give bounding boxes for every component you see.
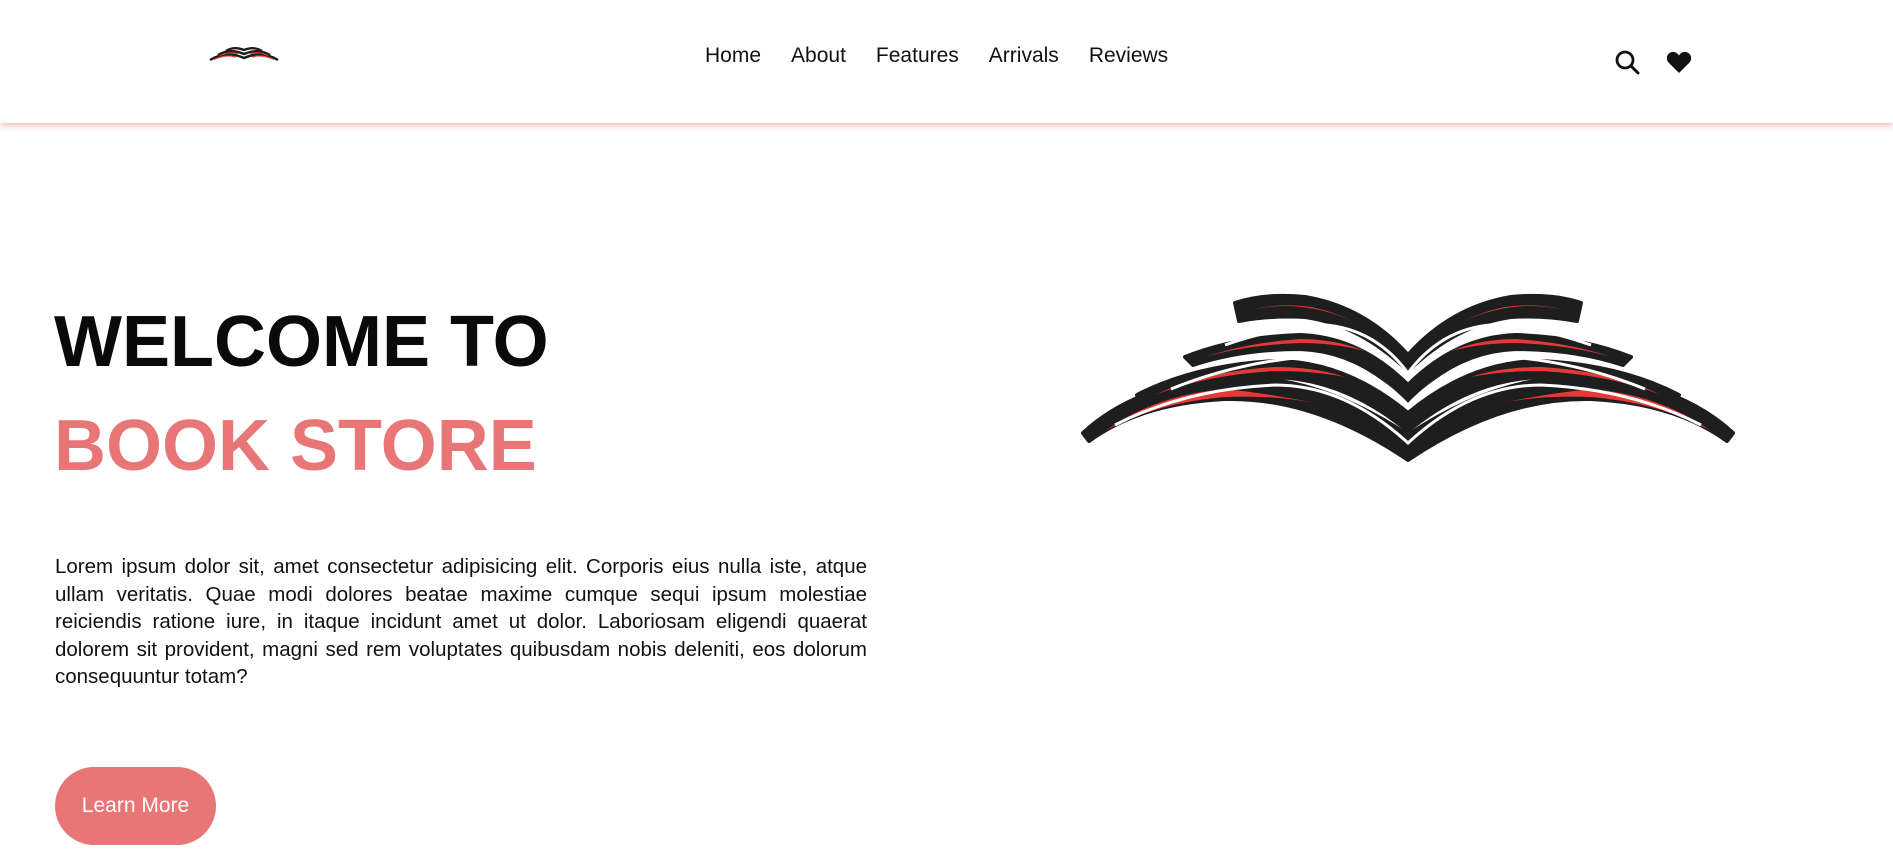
- nav-reviews-link[interactable]: Reviews: [1089, 44, 1168, 68]
- nav-arrivals-link[interactable]: Arrivals: [989, 44, 1059, 68]
- book-logo-icon[interactable]: [208, 44, 280, 66]
- header-actions: [1612, 47, 1694, 77]
- hero-title-welcome: WELCOME TO: [54, 302, 549, 382]
- main-nav: Home About Features Arrivals Reviews: [705, 44, 1168, 68]
- nav-about-link[interactable]: About: [791, 44, 846, 68]
- hero-title-bookstore: BOOK STORE: [54, 406, 537, 486]
- search-icon[interactable]: [1612, 47, 1642, 77]
- heart-icon[interactable]: [1664, 47, 1694, 77]
- open-book-illustration-icon: [1075, 285, 1740, 475]
- site-header: Home About Features Arrivals Reviews: [0, 0, 1893, 123]
- nav-features-link[interactable]: Features: [876, 44, 959, 68]
- learn-more-button[interactable]: Learn More: [55, 767, 216, 845]
- hero-description: Lorem ipsum dolor sit, amet consectetur …: [55, 555, 867, 688]
- nav-home-link[interactable]: Home: [705, 44, 761, 68]
